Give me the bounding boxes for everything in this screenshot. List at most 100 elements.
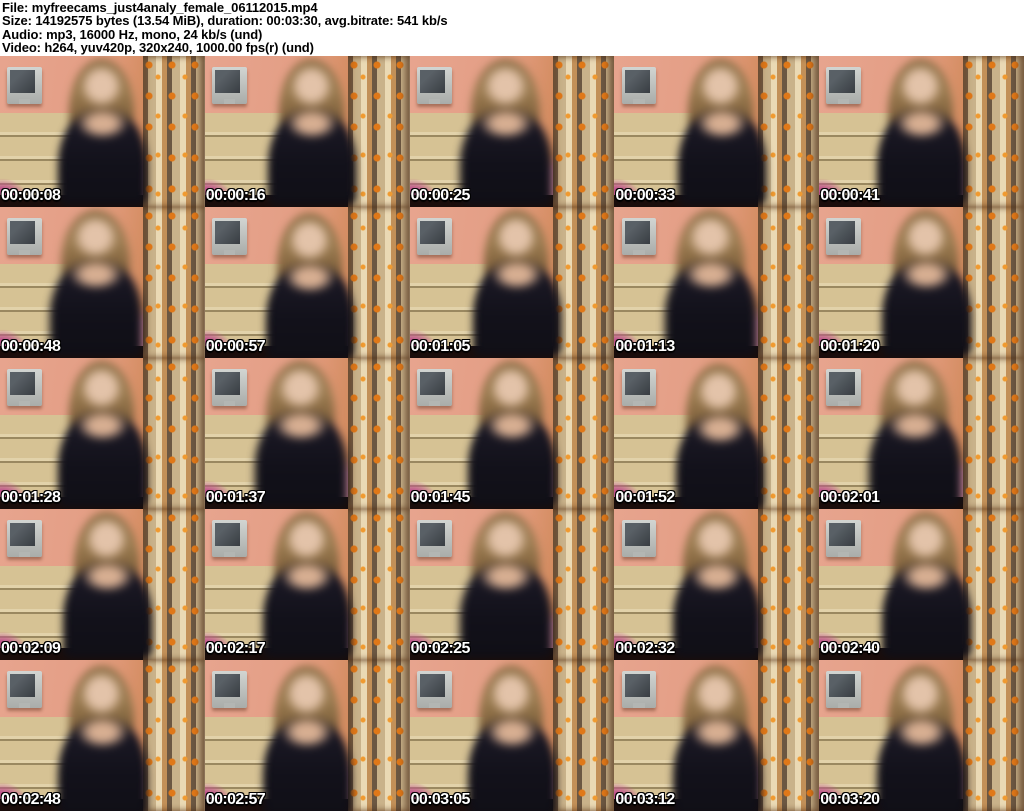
webcam-scene-image (819, 509, 1024, 660)
webcam-scene-image (0, 56, 205, 207)
webcam-scene-image (409, 358, 615, 509)
thumbnail-grid: 00:00:08 00:00:16 00:00:25 00:00:33 00:0… (0, 56, 1024, 811)
monitor-shape (826, 66, 862, 105)
timestamp-overlay: 00:02:48 (1, 791, 61, 808)
monitor-shape (826, 670, 862, 709)
timestamp-overlay: 00:00:08 (1, 187, 61, 204)
curtain-shape (552, 660, 615, 811)
monitor-shape (7, 368, 42, 407)
person-silhouette (454, 59, 557, 207)
timestamp-overlay: 00:02:17 (205, 640, 266, 657)
video-frame-thumbnail: 00:00:41 (819, 56, 1024, 207)
timestamp-overlay: 00:01:05 (410, 338, 471, 355)
video-frame-thumbnail: 00:01:37 (204, 358, 410, 509)
curtain-shape (143, 358, 205, 509)
webcam-scene-image (409, 660, 615, 811)
webcam-scene-image (204, 56, 410, 207)
monitor-shape (826, 217, 862, 256)
size-info-line: Size: 14192575 bytes (13.54 MiB), durati… (2, 13, 448, 29)
webcam-scene-image (819, 660, 1024, 811)
person-silhouette (58, 512, 156, 660)
monitor-shape (416, 217, 452, 256)
webcam-scene-image (409, 509, 615, 660)
video-frame-thumbnail: 00:01:52 (614, 358, 820, 509)
video-frame-thumbnail: 00:02:09 (0, 509, 205, 660)
person-silhouette (53, 361, 151, 509)
webcam-scene-image (0, 509, 205, 660)
monitor-shape (621, 519, 657, 558)
webcam-scene-image (0, 660, 205, 811)
video-frame-thumbnail: 00:00:48 (0, 207, 205, 358)
monitor-shape (7, 670, 42, 709)
curtain-shape (143, 207, 205, 358)
person-silhouette (45, 210, 148, 358)
person-silhouette (668, 665, 766, 811)
person-silhouette (463, 665, 561, 811)
video-frame-thumbnail: 00:00:57 (204, 207, 410, 358)
person-silhouette (258, 512, 356, 660)
webcam-scene-image (204, 509, 410, 660)
webcam-scene-image (204, 207, 410, 358)
file-metadata-header: File: myfreecams_just4analy_female_06112… (0, 0, 1024, 56)
monitor-shape (7, 66, 42, 105)
monitor-shape (621, 368, 657, 407)
timestamp-overlay: 00:00:16 (205, 187, 266, 204)
webcam-scene-image (614, 56, 820, 207)
timestamp-overlay: 00:02:09 (1, 640, 61, 657)
monitor-shape (826, 519, 862, 558)
monitor-shape (416, 368, 452, 407)
video-frame-thumbnail: 00:00:25 (409, 56, 615, 207)
curtain-shape (348, 358, 410, 509)
person-silhouette (671, 364, 769, 509)
video-frame-thumbnail: 00:01:20 (819, 207, 1024, 358)
monitor-shape (416, 670, 452, 709)
curtain-shape (143, 660, 205, 811)
person-silhouette (872, 665, 970, 811)
timestamp-overlay: 00:03:20 (820, 791, 880, 808)
timestamp-overlay: 00:02:40 (820, 640, 880, 657)
person-silhouette (877, 210, 975, 358)
monitor-shape (416, 519, 452, 558)
person-silhouette (673, 59, 771, 207)
person-silhouette (463, 361, 561, 509)
curtain-shape (348, 509, 410, 660)
file-info-line: File: myfreecams_just4analy_female_06112… (2, 0, 318, 15)
video-contact-sheet: File: myfreecams_just4analy_female_06112… (0, 0, 1024, 811)
monitor-shape (211, 217, 247, 256)
webcam-scene-image (819, 358, 1024, 509)
timestamp-overlay: 00:00:48 (1, 338, 61, 355)
webcam-scene-image (614, 509, 820, 660)
curtain-shape (962, 56, 1024, 207)
video-frame-thumbnail: 00:00:16 (204, 56, 410, 207)
video-frame-thumbnail: 00:01:28 (0, 358, 205, 509)
person-silhouette (877, 512, 975, 660)
monitor-shape (211, 368, 247, 407)
webcam-scene-image (204, 660, 410, 811)
monitor-shape (7, 217, 42, 256)
curtain-shape (757, 509, 820, 660)
timestamp-overlay: 00:02:57 (205, 791, 266, 808)
webcam-scene-image (204, 358, 410, 509)
person-silhouette (454, 512, 557, 660)
webcam-scene-image (614, 358, 820, 509)
person-silhouette (468, 210, 566, 358)
monitor-shape (621, 217, 657, 256)
person-silhouette (53, 59, 151, 207)
video-frame-thumbnail: 00:03:20 (819, 660, 1024, 811)
timestamp-overlay: 00:01:52 (615, 489, 675, 506)
video-frame-thumbnail: 00:03:12 (614, 660, 820, 811)
person-silhouette (250, 361, 353, 509)
curtain-shape (143, 56, 205, 207)
monitor-shape (211, 66, 247, 105)
video-frame-thumbnail: 00:02:40 (819, 509, 1024, 660)
video-frame-thumbnail: 00:02:25 (409, 509, 615, 660)
person-silhouette (659, 210, 762, 358)
timestamp-overlay: 00:01:20 (820, 338, 880, 355)
timestamp-overlay: 00:00:41 (820, 187, 880, 204)
timestamp-overlay: 00:02:01 (820, 489, 880, 506)
video-frame-thumbnail: 00:02:01 (819, 358, 1024, 509)
video-frame-thumbnail: 00:03:05 (409, 660, 615, 811)
webcam-scene-image (409, 56, 615, 207)
timestamp-overlay: 00:03:12 (615, 791, 675, 808)
video-frame-thumbnail: 00:00:08 (0, 56, 205, 207)
